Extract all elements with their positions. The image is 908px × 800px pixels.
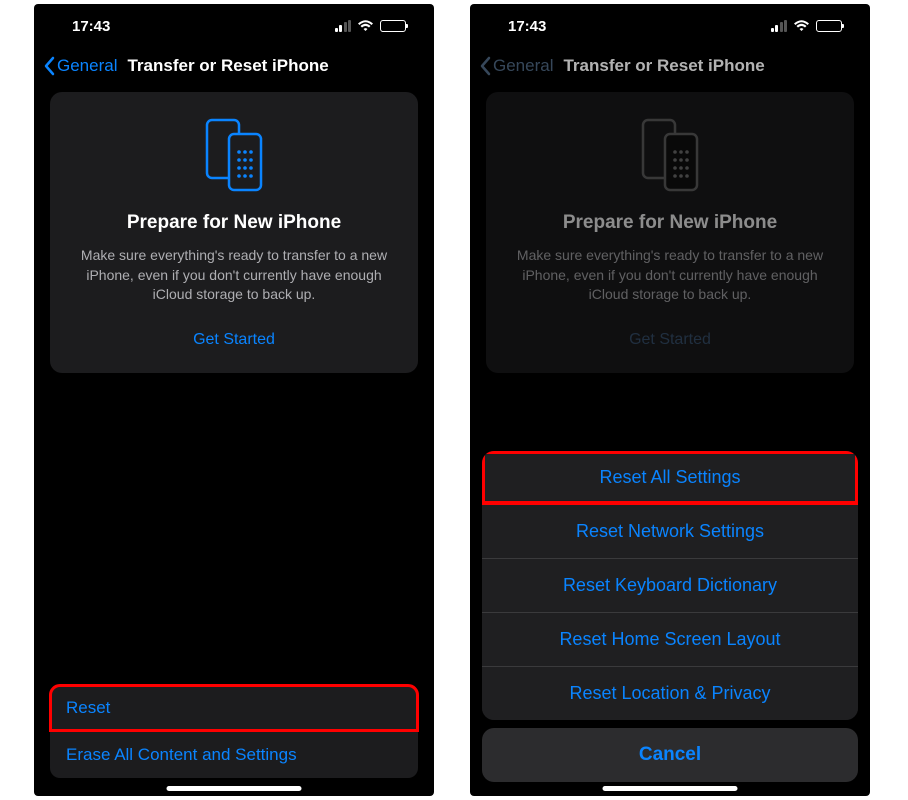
reset-network-settings-button[interactable]: Reset Network Settings bbox=[482, 504, 858, 558]
reset-all-settings-button[interactable]: Reset All Settings bbox=[482, 451, 858, 504]
chevron-left-icon bbox=[480, 56, 492, 76]
reset-action-sheet: Reset All Settings Reset Network Setting… bbox=[482, 451, 858, 782]
cancel-button[interactable]: Cancel bbox=[482, 728, 858, 782]
chevron-left-icon bbox=[44, 56, 56, 76]
reset-location-privacy-button[interactable]: Reset Location & Privacy bbox=[482, 666, 858, 720]
reset-home-screen-layout-button[interactable]: Reset Home Screen Layout bbox=[482, 612, 858, 666]
prepare-title: Prepare for New iPhone bbox=[504, 212, 836, 234]
wifi-icon bbox=[793, 20, 810, 32]
cellular-signal-icon bbox=[335, 20, 352, 32]
battery-icon bbox=[816, 20, 842, 32]
nav-bar: General Transfer or Reset iPhone bbox=[34, 48, 434, 92]
page-title: Transfer or Reset iPhone bbox=[127, 56, 328, 76]
cellular-signal-icon bbox=[771, 20, 788, 32]
status-icons bbox=[335, 20, 407, 32]
transfer-devices-icon bbox=[68, 116, 400, 194]
prepare-description: Make sure everything's ready to transfer… bbox=[68, 246, 400, 305]
back-label: General bbox=[57, 56, 117, 76]
nav-bar: General Transfer or Reset iPhone bbox=[470, 48, 870, 92]
reset-sheet-group: Reset All Settings Reset Network Setting… bbox=[482, 451, 858, 720]
status-bar: 17:43 bbox=[34, 4, 434, 48]
back-label: General bbox=[493, 56, 553, 76]
prepare-description: Make sure everything's ready to transfer… bbox=[504, 246, 836, 305]
battery-icon bbox=[380, 20, 406, 32]
erase-all-button[interactable]: Erase All Content and Settings bbox=[50, 731, 418, 778]
status-bar: 17:43 bbox=[470, 4, 870, 48]
reset-keyboard-dictionary-button[interactable]: Reset Keyboard Dictionary bbox=[482, 558, 858, 612]
status-time: 17:43 bbox=[72, 18, 110, 35]
options-list: Reset Erase All Content and Settings bbox=[50, 685, 418, 778]
status-time: 17:43 bbox=[508, 18, 546, 35]
reset-button[interactable]: Reset bbox=[50, 685, 418, 731]
back-button[interactable]: General bbox=[44, 56, 117, 76]
wifi-icon bbox=[357, 20, 374, 32]
transfer-devices-icon bbox=[504, 116, 836, 194]
status-icons bbox=[771, 20, 843, 32]
back-button: General bbox=[480, 56, 553, 76]
home-indicator[interactable] bbox=[603, 786, 738, 791]
get-started-button[interactable]: Get Started bbox=[68, 325, 400, 355]
prepare-title: Prepare for New iPhone bbox=[68, 212, 400, 234]
prepare-card: Prepare for New iPhone Make sure everyth… bbox=[486, 92, 854, 373]
get-started-button: Get Started bbox=[504, 325, 836, 355]
phone-screen-right: 17:43 General Transfer or Reset iPhone bbox=[470, 4, 870, 796]
prepare-card: Prepare for New iPhone Make sure everyth… bbox=[50, 92, 418, 373]
phone-screen-left: 17:43 General Transfer or Reset iPhone bbox=[34, 4, 434, 796]
page-title: Transfer or Reset iPhone bbox=[563, 56, 764, 76]
home-indicator[interactable] bbox=[167, 786, 302, 791]
